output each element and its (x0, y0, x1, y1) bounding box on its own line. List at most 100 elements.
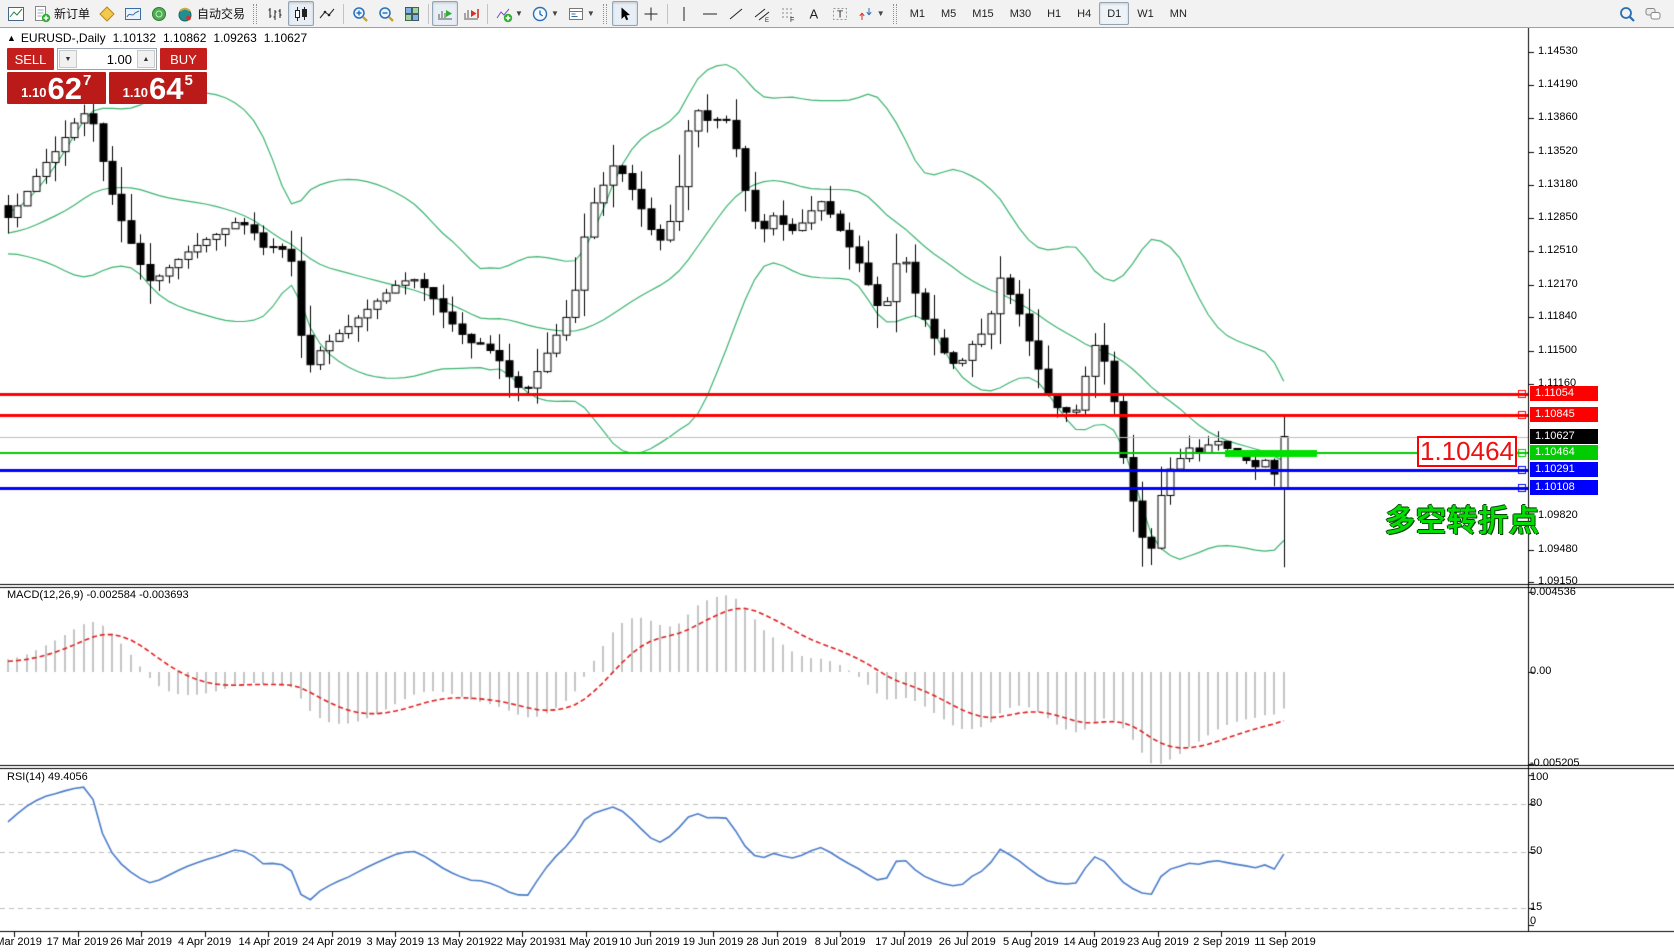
timeframe-button-h1[interactable]: H1 (1039, 2, 1069, 25)
macd-indicator-label: MACD(12,26,9) -0.002584 -0.003693 (7, 589, 189, 601)
rsi-tick-label: 50 (1530, 845, 1542, 857)
date-tick-label: 2 Sep 2019 (1193, 936, 1249, 948)
date-tick-label: 13 May 2019 (427, 936, 491, 948)
signals-button[interactable] (146, 1, 172, 26)
price-tick-label: 1.14190 (1538, 78, 1578, 90)
symbol-period-label: EURUSD-,Daily (21, 31, 106, 45)
hline-price-badge: 1.10845 (1530, 407, 1598, 422)
chart-header: ▲ EURUSD-,Daily 1.10132 1.10862 1.09263 … (7, 31, 307, 45)
timeframe-button-m15[interactable]: M15 (964, 2, 1001, 25)
channel-button[interactable]: E (749, 1, 775, 26)
sell-price-prefix: 1.10 (21, 85, 46, 100)
timeframe-button-m5[interactable]: M5 (933, 2, 964, 25)
new-order-button[interactable]: 新订单 (29, 1, 94, 26)
price-level-annotation[interactable]: 1.10464 (1417, 436, 1517, 467)
toolbar-right-group (1614, 1, 1674, 26)
price-tick-label: 1.11500 (1538, 344, 1577, 356)
timeframe-button-mn[interactable]: MN (1162, 2, 1195, 25)
collapse-triangle-icon[interactable]: ▲ (7, 33, 16, 43)
date-tick-label: 14 Apr 2019 (239, 936, 298, 948)
sell-price-main: 62 (47, 75, 81, 103)
volume-decrease-button[interactable]: ▼ (59, 50, 77, 68)
chevron-down-icon: ▼ (515, 9, 523, 18)
templates-button[interactable]: ▼ (563, 1, 599, 26)
indicators-button[interactable]: ▼ (491, 1, 527, 26)
price-tick-label: 1.09480 (1538, 543, 1578, 555)
chart-shift-icon (462, 5, 480, 23)
chevron-down-icon: ▼ (551, 9, 559, 18)
ohlc-high: 1.10862 (163, 31, 206, 45)
toolbar-separator (487, 4, 488, 24)
sell-price-button[interactable]: 1.10 62 7 (7, 72, 106, 104)
price-chart-canvas[interactable] (0, 28, 1674, 952)
rsi-tick-label: 80 (1530, 797, 1542, 809)
new-order-icon (33, 5, 51, 23)
zoom-in-button[interactable] (347, 1, 373, 26)
turning-point-label[interactable]: 多空转折点 (1385, 496, 1540, 540)
charts-button[interactable] (120, 1, 146, 26)
timeframe-button-w1[interactable]: W1 (1129, 2, 1162, 25)
chat-icon (1644, 5, 1662, 23)
one-click-trading-panel: SELL ▼ ▲ BUY 1.10 62 7 1.10 64 5 (7, 48, 207, 104)
zoom-out-button[interactable] (373, 1, 399, 26)
zoom-in-icon (351, 5, 369, 23)
crosshair-button[interactable] (638, 1, 664, 26)
trendline-button[interactable] (723, 1, 749, 26)
autotrading-button[interactable]: 自动交易 (172, 1, 249, 26)
bar-chart-button[interactable] (262, 1, 288, 26)
periods-button[interactable]: ▼ (527, 1, 563, 26)
ohlc-close: 1.10627 (264, 31, 307, 45)
autotrading-button-label: 自动交易 (197, 5, 245, 22)
search-icon (1618, 5, 1636, 23)
fibonacci-button[interactable]: F (775, 1, 801, 26)
date-tick-label: 26 Jul 2019 (939, 936, 996, 948)
window-icon (7, 5, 25, 23)
toolbar-drag-handle (893, 4, 897, 24)
channel-icon: E (753, 5, 771, 23)
hline-button[interactable] (697, 1, 723, 26)
tile-windows-button[interactable] (399, 1, 425, 26)
yellow-diamond-icon (98, 5, 116, 23)
timeframe-button-m1[interactable]: M1 (902, 2, 933, 25)
text-a-icon: A (805, 5, 823, 23)
label-button[interactable]: T (827, 1, 853, 26)
candlestick-button[interactable] (288, 1, 314, 26)
cursor-button[interactable] (612, 1, 638, 26)
text-button[interactable]: A (801, 1, 827, 26)
auto-scroll-button[interactable] (432, 1, 458, 26)
zoom-out-icon (377, 5, 395, 23)
buy-price-button[interactable]: 1.10 64 5 (109, 72, 208, 104)
timeframe-button-h4[interactable]: H4 (1069, 2, 1099, 25)
date-tick-label: 23 Aug 2019 (1127, 936, 1189, 948)
sell-button[interactable]: SELL (7, 48, 54, 70)
volume-input[interactable] (78, 49, 136, 69)
svg-text:F: F (790, 17, 794, 23)
date-tick-label: 8 Jul 2019 (815, 936, 866, 948)
shapes-button[interactable]: ▼ (853, 1, 889, 26)
vline-button[interactable] (671, 1, 697, 26)
rsi-tick-label: 0 (1530, 915, 1536, 927)
window-menu[interactable] (3, 1, 29, 26)
date-tick-label: 14 Aug 2019 (1063, 936, 1125, 948)
hline-price-badge: 1.10464 (1530, 445, 1598, 460)
price-tick-label: 1.13180 (1538, 178, 1578, 190)
chart-shift-button[interactable] (458, 1, 484, 26)
volume-increase-button[interactable]: ▲ (137, 50, 155, 68)
buy-button[interactable]: BUY (160, 48, 207, 70)
date-tick-label: 7 Mar 2019 (0, 936, 42, 948)
chevron-down-icon: ▼ (877, 9, 885, 18)
hline-price-badge: 1.10108 (1530, 480, 1598, 495)
timeframe-button-m30[interactable]: M30 (1002, 2, 1039, 25)
market-watch-button[interactable] (94, 1, 120, 26)
chat-button[interactable] (1640, 1, 1666, 26)
line-chart-button[interactable] (314, 1, 340, 26)
hline-icon (701, 5, 719, 23)
vline-icon (675, 5, 693, 23)
price-tick-label: 1.11840 (1538, 310, 1577, 322)
timeframe-button-d1[interactable]: D1 (1099, 2, 1129, 25)
date-tick-label: 4 Apr 2019 (178, 936, 231, 948)
search-button[interactable] (1614, 1, 1640, 26)
toolbar: 新订单 自动交易 ▼ ▼ ▼ E F AT ▼ M1M5M15M30H1H4D1W1MN (0, 0, 1674, 28)
toolbar-drag-handle (603, 4, 607, 24)
svg-text:A: A (809, 6, 818, 21)
